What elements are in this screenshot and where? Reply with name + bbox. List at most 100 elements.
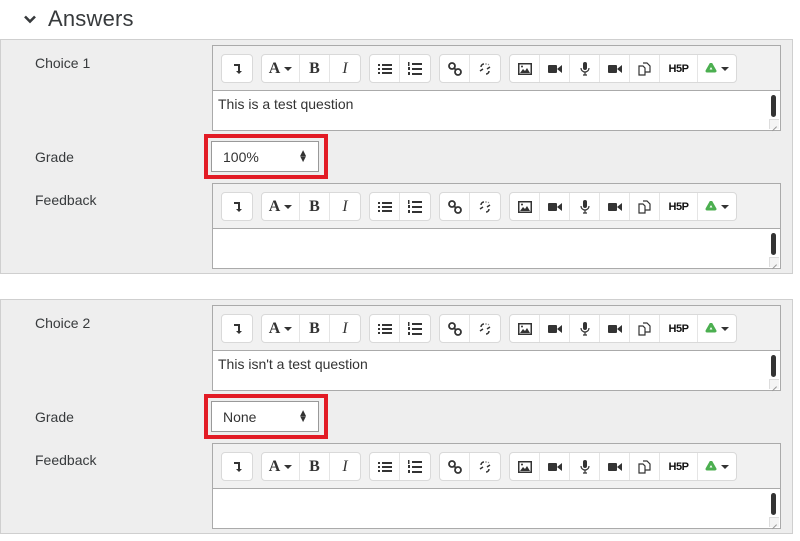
answers-section-toggle[interactable]: Answers: [22, 4, 134, 34]
recycle-dropdown-button[interactable]: [698, 193, 736, 220]
insert-image-button[interactable]: [510, 55, 540, 82]
record-video-button[interactable]: [600, 315, 630, 342]
microphone-icon: [579, 459, 590, 474]
record-audio-button[interactable]: [570, 193, 600, 220]
record-video-button[interactable]: [600, 193, 630, 220]
font-style-button[interactable]: A: [262, 315, 300, 342]
insert-media-button[interactable]: [540, 193, 570, 220]
link-button[interactable]: [440, 55, 470, 82]
bold-button[interactable]: B: [300, 315, 330, 342]
show-more-buttons[interactable]: [222, 453, 252, 480]
recycle-icon: [705, 322, 717, 332]
ordered-list-button[interactable]: [400, 315, 430, 342]
bold-button[interactable]: B: [300, 55, 330, 82]
manage-files-button[interactable]: [630, 315, 660, 342]
manage-files-button[interactable]: [630, 55, 660, 82]
show-more-buttons[interactable]: [222, 55, 252, 82]
h5p-icon: H5P: [668, 322, 689, 335]
toolbar-group-links: [439, 192, 501, 221]
show-more-buttons[interactable]: [222, 193, 252, 220]
recycle-icon: [705, 62, 717, 72]
recycle-icon: [705, 200, 717, 210]
ordered-list-button[interactable]: [400, 55, 430, 82]
choice-text-area[interactable]: This isn't a test question: [213, 350, 780, 390]
ordered-list-button[interactable]: [400, 453, 430, 480]
unlink-button[interactable]: [470, 193, 500, 220]
insert-h5p-button[interactable]: H5P: [660, 453, 698, 480]
recycle-dropdown-button[interactable]: [698, 55, 736, 82]
font-style-button[interactable]: A: [262, 55, 300, 82]
link-button[interactable]: [440, 193, 470, 220]
scrollbar[interactable]: [771, 95, 776, 117]
manage-files-button[interactable]: [630, 193, 660, 220]
unordered-list-button[interactable]: [370, 55, 400, 82]
italic-button[interactable]: I: [330, 315, 360, 342]
toolbar-group-media: H5P: [509, 452, 737, 481]
image-icon: [517, 200, 532, 213]
feedback-text-area[interactable]: [213, 228, 780, 268]
record-audio-button[interactable]: [570, 315, 600, 342]
link-button[interactable]: [440, 315, 470, 342]
scrollbar[interactable]: [771, 493, 776, 515]
video-camera-icon: [607, 462, 622, 471]
italic-button[interactable]: I: [330, 55, 360, 82]
insert-h5p-button[interactable]: H5P: [660, 55, 698, 82]
insert-media-button[interactable]: [540, 453, 570, 480]
resize-handle[interactable]: [769, 379, 779, 389]
font-icon: A: [268, 319, 281, 337]
record-audio-button[interactable]: [570, 55, 600, 82]
unordered-list-button[interactable]: [370, 453, 400, 480]
insert-image-button[interactable]: [510, 453, 540, 480]
resize-handle[interactable]: [769, 517, 779, 527]
italic-button[interactable]: I: [330, 453, 360, 480]
italic-icon: I: [342, 197, 348, 215]
manage-files-button[interactable]: [630, 453, 660, 480]
grade-select[interactable]: 100% ▲ ▼: [211, 141, 319, 172]
record-audio-button[interactable]: [570, 453, 600, 480]
image-icon: [517, 62, 532, 75]
ordered-list-button[interactable]: [400, 193, 430, 220]
unlink-button[interactable]: [470, 315, 500, 342]
font-style-button[interactable]: A: [262, 453, 300, 480]
bold-button[interactable]: B: [300, 193, 330, 220]
record-video-button[interactable]: [600, 453, 630, 480]
insert-h5p-button[interactable]: H5P: [660, 315, 698, 342]
unordered-list-button[interactable]: [370, 193, 400, 220]
caret-down-icon: [284, 326, 293, 331]
choice-text-area[interactable]: This is a test question: [213, 90, 780, 130]
grade-select[interactable]: None ▲ ▼: [211, 401, 319, 432]
unlink-button[interactable]: [470, 55, 500, 82]
h5p-icon: H5P: [668, 62, 689, 75]
grade-value: None: [223, 408, 257, 425]
files-icon: [638, 199, 651, 214]
font-style-button[interactable]: A: [262, 193, 300, 220]
choice-label: Choice 2: [35, 315, 91, 331]
unlink-button[interactable]: [470, 453, 500, 480]
show-more-buttons[interactable]: [222, 315, 252, 342]
feedback-text-area[interactable]: [213, 488, 780, 528]
record-video-button[interactable]: [600, 55, 630, 82]
scrollbar[interactable]: [771, 233, 776, 255]
section-title: Answers: [48, 6, 134, 31]
collapse-icon: [234, 461, 242, 472]
insert-media-button[interactable]: [540, 55, 570, 82]
insert-h5p-button[interactable]: H5P: [660, 193, 698, 220]
link-button[interactable]: [440, 453, 470, 480]
caret-down-icon: [284, 66, 293, 71]
insert-media-button[interactable]: [540, 315, 570, 342]
scrollbar[interactable]: [771, 355, 776, 377]
unlink-icon: [479, 322, 491, 335]
recycle-dropdown-button[interactable]: [698, 315, 736, 342]
italic-button[interactable]: I: [330, 193, 360, 220]
unordered-list-button[interactable]: [370, 315, 400, 342]
resize-handle[interactable]: [769, 257, 779, 267]
collapse-icon: [234, 323, 242, 334]
recycle-dropdown-button[interactable]: [698, 453, 736, 480]
insert-image-button[interactable]: [510, 315, 540, 342]
unlink-icon: [479, 460, 491, 473]
numbered-list-icon: [408, 61, 422, 75]
font-icon: A: [268, 457, 281, 475]
insert-image-button[interactable]: [510, 193, 540, 220]
resize-handle[interactable]: [769, 119, 779, 129]
bold-button[interactable]: B: [300, 453, 330, 480]
